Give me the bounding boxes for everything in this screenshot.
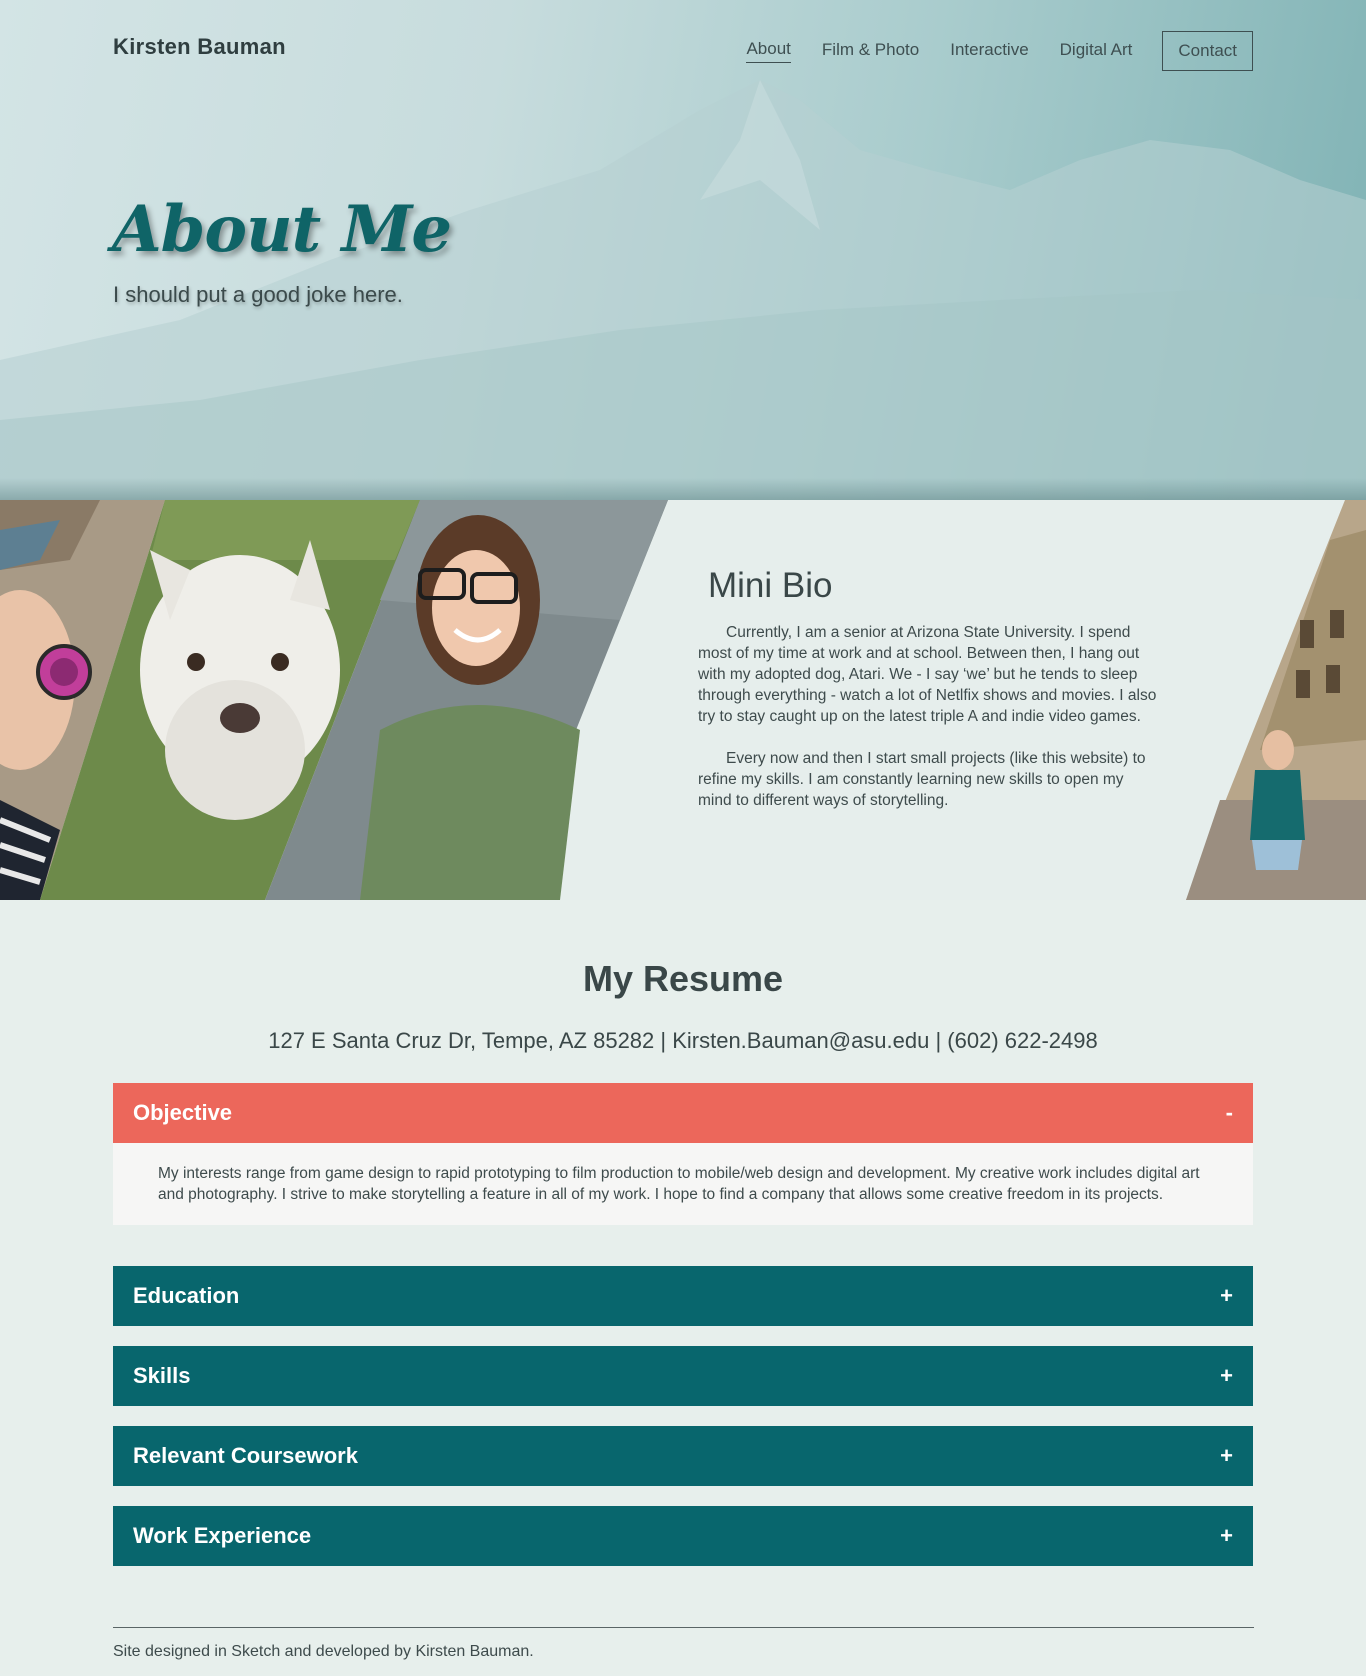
collapse-icon[interactable]: - xyxy=(1226,1100,1233,1126)
nav-link-film-photo[interactable]: Film & Photo xyxy=(822,40,919,63)
resume-title: My Resume xyxy=(582,958,784,999)
accordion-label: Work Experience xyxy=(133,1523,312,1548)
accordion-header-work-experience[interactable]: Work Experience + xyxy=(113,1506,1253,1566)
mini-bio-paragraph: Currently, I am a senior at Arizona Stat… xyxy=(698,624,1157,725)
accordion-header-skills[interactable]: Skills + xyxy=(113,1346,1253,1406)
accordion-header-objective[interactable]: Objective - xyxy=(113,1083,1253,1143)
accordion-label: Education xyxy=(133,1283,240,1308)
expand-icon[interactable]: + xyxy=(1220,1283,1233,1309)
nav-link-digital-art[interactable]: Digital Art xyxy=(1060,40,1133,63)
accordion-label: Relevant Coursework xyxy=(133,1443,358,1468)
mini-bio: Mini Bio Currently, I am a senior at Ari… xyxy=(698,566,1158,832)
accordion-body-objective: My interests range from game design to r… xyxy=(113,1143,1253,1225)
accordion-header-education[interactable]: Education + xyxy=(113,1266,1253,1326)
nav-link-interactive[interactable]: Interactive xyxy=(950,40,1028,63)
accordion-header-relevant-coursework[interactable]: Relevant Coursework + xyxy=(113,1426,1253,1486)
main-nav: About Film & Photo Interactive Digital A… xyxy=(715,31,1253,71)
nav-link-about[interactable]: About xyxy=(746,39,791,63)
expand-icon[interactable]: + xyxy=(1220,1363,1233,1389)
accordion-label: Skills xyxy=(133,1363,191,1388)
footer-credit: Site designed in Sketch and developed by… xyxy=(113,1643,534,1660)
colosseum-photo xyxy=(1186,500,1366,900)
accordion-education: Education + xyxy=(113,1266,1253,1326)
accordion-label: Objective xyxy=(133,1100,233,1125)
photo-collage xyxy=(0,500,1366,900)
accordion-relevant-coursework: Relevant Coursework + xyxy=(113,1426,1253,1486)
site-name[interactable]: Kirsten Bauman xyxy=(113,34,286,60)
resume-contact-line: 127 E Santa Cruz Dr, Tempe, AZ 85282 | K… xyxy=(268,1028,1098,1053)
expand-icon[interactable]: + xyxy=(1220,1523,1233,1549)
mini-bio-title: Mini Bio xyxy=(708,566,833,605)
mini-bio-paragraph: Every now and then I start small project… xyxy=(698,750,1146,809)
accordion-objective: Objective - My interests range from game… xyxy=(113,1083,1253,1225)
page-title: About Me xyxy=(112,192,452,267)
hero-banner: Kirsten Bauman About Film & Photo Intera… xyxy=(0,0,1366,500)
contact-button[interactable]: Contact xyxy=(1162,31,1253,71)
bio-photo-strip xyxy=(0,500,1366,900)
hero-bottom-shadow xyxy=(0,478,1366,500)
accordion-work-experience: Work Experience + xyxy=(113,1506,1253,1566)
page-subtitle: I should put a good joke here. xyxy=(113,282,403,307)
expand-icon[interactable]: + xyxy=(1220,1443,1233,1469)
accordion-skills: Skills + xyxy=(113,1346,1253,1406)
footer-divider xyxy=(113,1627,1254,1628)
